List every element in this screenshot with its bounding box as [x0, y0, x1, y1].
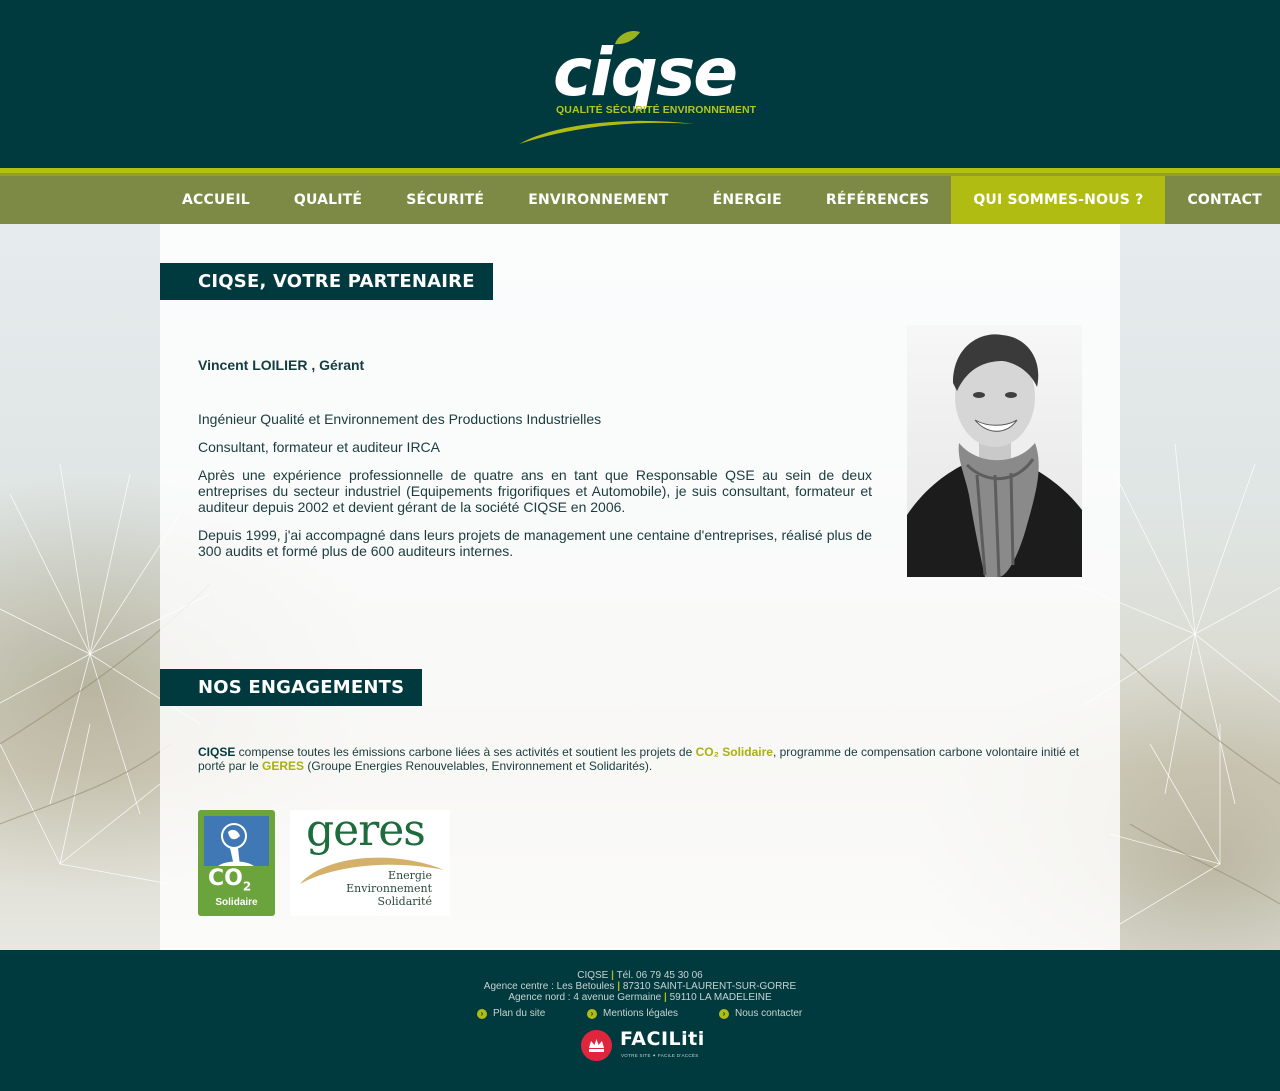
chevron-right-icon: › [587, 1008, 597, 1019]
bio-paragraph-3: Après une expérience professionnelle de … [198, 467, 872, 515]
nav-item-references[interactable]: RÉFÉRENCES [804, 176, 951, 224]
commitments-text: CIQSE compense toutes les émissions carb… [198, 745, 1082, 773]
faciliti-wordmark: FACILiti [620, 1028, 705, 1050]
commit-text-part3: (Groupe Energies Renouvelables, Environn… [304, 759, 653, 773]
commitments-section-title: NOS ENGAGEMENTS [160, 669, 423, 706]
nav-item-contact[interactable]: CONTACT [1165, 176, 1280, 224]
logo-wordmark: ciqse [553, 34, 738, 111]
nav-item-qui-sommes-nous[interactable]: QUI SOMMES-NOUS ? [951, 176, 1166, 224]
geres-subtitle: Energie Environnement Solidarité [346, 869, 432, 908]
site-header: ciqse QUALITÉ SÉCURITÉ ENVIRONNEMENT [0, 0, 1280, 168]
nav-item-securite[interactable]: SÉCURITÉ [384, 176, 506, 224]
footer-link-plan-du-site[interactable]: › Plan du site [477, 1008, 545, 1019]
chevron-right-icon: › [719, 1008, 729, 1019]
nav-item-environnement[interactable]: ENVIRONNEMENT [506, 176, 690, 224]
site-footer: CIQSE | Tél. 06 79 45 30 06 Agence centr… [0, 950, 1280, 1091]
commit-ciqse: CIQSE [198, 745, 236, 759]
commit-text-part1: compense toutes les émissions carbone li… [235, 745, 696, 759]
footer-link-nous-contacter[interactable]: › Nous contacter [719, 1008, 802, 1019]
ciqse-logo[interactable]: ciqse QUALITÉ SÉCURITÉ ENVIRONNEMENT [515, 28, 765, 148]
nav-item-accueil[interactable]: ACCUEIL [160, 176, 272, 224]
logo-swoosh [519, 120, 695, 144]
faciliti-badge[interactable]: FACILiti VOTRE SITE ✦ FACILE D'ACCÈS [581, 1028, 704, 1062]
partner-section-title: CIQSE, VOTRE PARTENAIRE [160, 263, 493, 300]
co2-solidaire-logo[interactable]: CO2 Solidaire [198, 810, 275, 916]
nav-item-energie[interactable]: ÉNERGIE [691, 176, 804, 224]
footer-agency-centre: Agence centre : Les Betoules | 87310 SAI… [483, 981, 797, 992]
footer-contact-line: CIQSE | Tél. 06 79 45 30 06 [577, 970, 703, 981]
bio-paragraph-4: Depuis 1999, j'ai accompagné dans leurs … [198, 527, 872, 559]
portrait-illustration [907, 334, 1082, 577]
co2-text: CO2 [208, 866, 252, 894]
co2-solidaire-label: Solidaire [215, 897, 258, 908]
header-stripe [0, 168, 1280, 176]
bio-paragraph-2: Consultant, formateur et auditeur IRCA [198, 439, 441, 455]
nav-item-qualite[interactable]: QUALITÉ [272, 176, 384, 224]
footer-link-mentions-legales[interactable]: › Mentions légales [587, 1008, 678, 1019]
footer-agency-nord: Agence nord : 4 avenue Germaine | 59110 … [508, 992, 772, 1003]
person-name: Vincent LOILIER , Gérant [198, 357, 365, 373]
chevron-right-icon: › [477, 1008, 487, 1019]
co2-solidaire-link[interactable]: CO₂ Solidaire [696, 745, 773, 759]
portrait-photo [907, 325, 1082, 577]
geres-link[interactable]: GERES [262, 759, 304, 773]
main-nav: ACCUEIL QUALITÉ SÉCURITÉ ENVIRONNEMENT É… [0, 176, 1280, 224]
faciliti-tagline: VOTRE SITE ✦ FACILE D'ACCÈS [621, 1053, 699, 1058]
bio-paragraph-1: Ingénieur Qualité et Environnement des P… [198, 411, 602, 427]
faciliti-crown-icon [581, 1030, 612, 1061]
geres-logo[interactable]: geres Energie Environnement Solidarité [290, 808, 450, 916]
